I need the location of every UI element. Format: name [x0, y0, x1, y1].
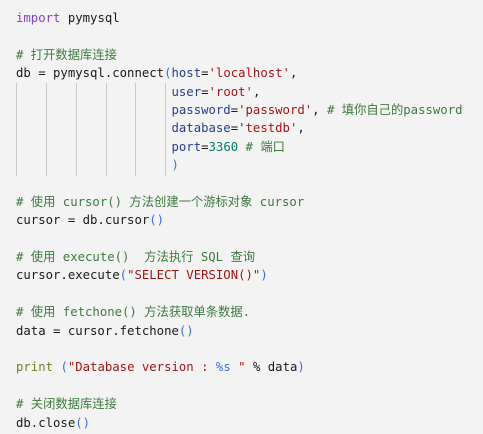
code-text: , — [289, 66, 298, 81]
string-literal: "Database version : — [67, 360, 216, 375]
comment: # 关闭数据库连接 — [16, 397, 117, 412]
code-line: # 关闭数据库连接 — [16, 395, 463, 413]
code-text: pymysql — [60, 11, 120, 25]
comment: # 使用 cursor() 方法创建一个游标对象 cursor — [16, 194, 305, 209]
comment: # 使用 execute() 方法执行 SQL 查询 — [16, 250, 256, 265]
code-line: cursor.execute("SELECT VERSION()") — [16, 266, 463, 284]
bracket: () — [75, 415, 91, 430]
builtin-function: print — [16, 360, 54, 375]
code-text: db.close — [16, 415, 76, 430]
code-text: db = pymysql.connect — [16, 66, 165, 81]
number-literal: 3360 — [208, 139, 239, 154]
code-line: # 打开数据库连接 — [16, 46, 463, 64]
string-literal: " — [230, 360, 246, 375]
code-line: import pymysql — [16, 9, 463, 27]
parameter-name: port — [171, 139, 202, 154]
code-line: database='testdb', — [16, 119, 463, 137]
code-text: , — [312, 102, 327, 117]
code-text: , — [252, 84, 261, 99]
indent-guide — [135, 83, 136, 176]
bracket: ) — [260, 268, 268, 283]
code-line: db.close() — [16, 414, 463, 432]
code-line: port=3360 # 端口 — [16, 138, 463, 156]
code-text: = — [201, 66, 209, 81]
code-line: cursor = db.cursor() — [16, 211, 463, 229]
code-text: = — [201, 139, 209, 154]
bracket: ) — [171, 158, 179, 173]
string-literal: 'root' — [208, 84, 253, 99]
parameter-name: password — [171, 102, 231, 117]
code-text: cursor = db.cursor — [16, 213, 150, 228]
string-literal: 'localhost' — [208, 66, 290, 81]
comment: # 端口 — [245, 139, 285, 154]
code-text: cursor.execute — [16, 268, 120, 283]
indent-guide — [46, 83, 47, 176]
parameter-name: user — [171, 84, 202, 99]
bracket: %s — [215, 360, 231, 375]
bracket: ( — [60, 360, 68, 375]
code-line: db = pymysql.connect(host='localhost', — [16, 64, 463, 82]
code-text: = — [230, 102, 239, 117]
indent-guide — [106, 83, 107, 176]
string-literal: 'testdb' — [238, 121, 298, 136]
bracket: () — [178, 323, 194, 338]
keyword: import — [16, 11, 61, 25]
code-text: = — [201, 84, 209, 99]
code-line: ) — [16, 156, 463, 174]
code-text: = — [230, 121, 239, 136]
code-line: # 使用 fetchone() 方法获取单条数据. — [16, 303, 463, 321]
comment: # 使用 fetchone() 方法获取单条数据. — [16, 305, 251, 320]
string-literal: 'password' — [238, 102, 313, 117]
code-text: % data — [245, 360, 298, 375]
indent-guide — [16, 83, 17, 176]
code-line: data = cursor.fetchone() — [16, 322, 463, 340]
code-line: print ("Database version : %s " % data) — [16, 358, 463, 376]
string-literal: "SELECT VERSION()" — [127, 268, 261, 283]
code-line: # 使用 cursor() 方法创建一个游标对象 cursor — [16, 193, 463, 211]
code-line: # 使用 execute() 方法执行 SQL 查询 — [16, 248, 463, 266]
parameter-name: database — [171, 121, 231, 136]
code-text: data = cursor.fetchone — [16, 323, 179, 338]
code-line: password='password', # 填你自己的password — [16, 101, 463, 119]
comment: # 填你自己的password — [326, 102, 463, 117]
bracket: ( — [119, 268, 128, 283]
indent-guide — [165, 83, 166, 176]
code-text: , — [297, 121, 305, 136]
comment: # 打开数据库连接 — [16, 47, 117, 62]
bracket: () — [149, 213, 165, 228]
code-line: user='root', — [16, 83, 463, 101]
code-block: import pymysql # 打开数据库连接 db = pymysql.conn… — [16, 9, 463, 432]
bracket: ) — [297, 360, 305, 375]
indent-guide — [76, 83, 77, 176]
parameter-name: host — [171, 66, 202, 81]
